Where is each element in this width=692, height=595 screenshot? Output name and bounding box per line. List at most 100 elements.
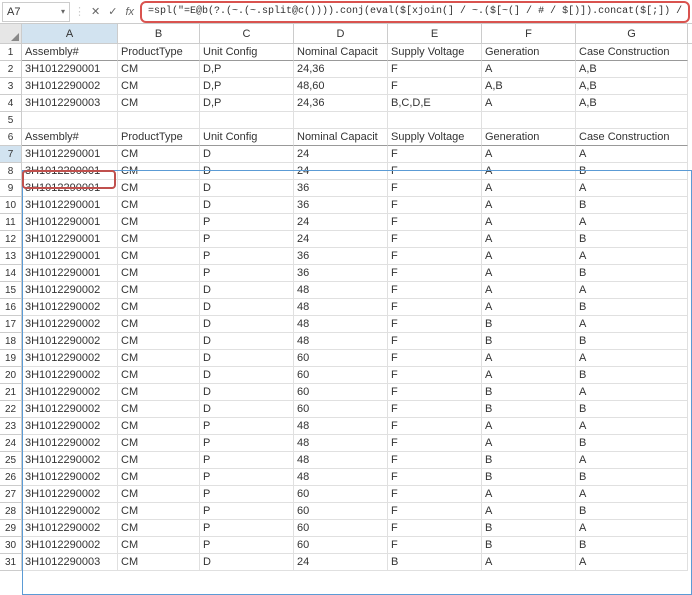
col-header[interactable]: B bbox=[118, 24, 200, 43]
cell[interactable]: D bbox=[200, 299, 294, 316]
row-header[interactable]: 9 bbox=[0, 180, 22, 197]
cell[interactable]: F bbox=[388, 214, 482, 231]
cell[interactable]: F bbox=[388, 384, 482, 401]
cell[interactable]: D bbox=[200, 180, 294, 197]
cell[interactable]: A bbox=[576, 248, 688, 265]
cell[interactable]: D bbox=[200, 146, 294, 163]
cell[interactable]: CM bbox=[118, 350, 200, 367]
cell[interactable]: 36 bbox=[294, 180, 388, 197]
cell[interactable]: 3H1012290002 bbox=[22, 350, 118, 367]
cell[interactable]: 3H1012290002 bbox=[22, 282, 118, 299]
cell[interactable]: A,B bbox=[576, 78, 688, 95]
cell[interactable]: Supply Voltage bbox=[388, 44, 482, 61]
cell[interactable]: CM bbox=[118, 61, 200, 78]
cell[interactable]: CM bbox=[118, 95, 200, 112]
cell[interactable]: A bbox=[482, 163, 576, 180]
cell[interactable]: A bbox=[482, 248, 576, 265]
row-header[interactable]: 10 bbox=[0, 197, 22, 214]
cell[interactable]: B bbox=[482, 401, 576, 418]
cell[interactable]: P bbox=[200, 248, 294, 265]
row-header[interactable]: 29 bbox=[0, 520, 22, 537]
cell[interactable]: P bbox=[200, 214, 294, 231]
cell[interactable]: B bbox=[576, 469, 688, 486]
cell[interactable]: 3H1012290002 bbox=[22, 452, 118, 469]
cell[interactable]: 3H1012290001 bbox=[22, 61, 118, 78]
cell[interactable]: 36 bbox=[294, 265, 388, 282]
cell[interactable]: A bbox=[576, 554, 688, 571]
cell[interactable]: 24 bbox=[294, 214, 388, 231]
cell[interactable]: 48 bbox=[294, 282, 388, 299]
cell[interactable]: F bbox=[388, 486, 482, 503]
cell[interactable]: A bbox=[576, 282, 688, 299]
cell[interactable]: CM bbox=[118, 486, 200, 503]
cell[interactable]: CM bbox=[118, 469, 200, 486]
cell[interactable]: 3H1012290001 bbox=[22, 265, 118, 282]
cell[interactable]: P bbox=[200, 486, 294, 503]
row-header[interactable]: 20 bbox=[0, 367, 22, 384]
cell[interactable] bbox=[388, 112, 482, 129]
cell[interactable]: P bbox=[200, 418, 294, 435]
cell[interactable]: 48 bbox=[294, 299, 388, 316]
cancel-icon[interactable]: ✕ bbox=[87, 5, 104, 18]
cell[interactable]: 48 bbox=[294, 469, 388, 486]
cell[interactable]: 3H1012290001 bbox=[22, 197, 118, 214]
cell[interactable]: 3H1012290003 bbox=[22, 95, 118, 112]
cell[interactable]: F bbox=[388, 163, 482, 180]
cell[interactable] bbox=[576, 112, 688, 129]
cell[interactable]: 3H1012290002 bbox=[22, 384, 118, 401]
row-header[interactable]: 23 bbox=[0, 418, 22, 435]
row-header[interactable]: 24 bbox=[0, 435, 22, 452]
cell[interactable]: 3H1012290002 bbox=[22, 299, 118, 316]
cell[interactable]: D bbox=[200, 316, 294, 333]
col-header[interactable]: G bbox=[576, 24, 688, 43]
row-header[interactable]: 8 bbox=[0, 163, 22, 180]
cell[interactable]: D bbox=[200, 401, 294, 418]
row-header[interactable]: 26 bbox=[0, 469, 22, 486]
cell[interactable]: B bbox=[482, 333, 576, 350]
cell[interactable]: 48 bbox=[294, 435, 388, 452]
row-header[interactable]: 6 bbox=[0, 129, 22, 146]
cell[interactable]: F bbox=[388, 469, 482, 486]
cell[interactable]: B bbox=[482, 316, 576, 333]
row-header[interactable]: 15 bbox=[0, 282, 22, 299]
cell[interactable]: 60 bbox=[294, 367, 388, 384]
cell[interactable]: A bbox=[576, 214, 688, 231]
cell[interactable]: B bbox=[576, 265, 688, 282]
cell[interactable]: F bbox=[388, 197, 482, 214]
cell[interactable]: CM bbox=[118, 435, 200, 452]
cell[interactable]: P bbox=[200, 503, 294, 520]
cell[interactable]: 24 bbox=[294, 231, 388, 248]
cell[interactable]: A bbox=[576, 316, 688, 333]
row-header[interactable]: 18 bbox=[0, 333, 22, 350]
cell[interactable]: Nominal Capacit bbox=[294, 44, 388, 61]
row-header[interactable]: 2 bbox=[0, 61, 22, 78]
row-header[interactable]: 31 bbox=[0, 554, 22, 571]
cell[interactable]: Generation bbox=[482, 44, 576, 61]
cell[interactable]: B bbox=[576, 503, 688, 520]
cell[interactable]: 60 bbox=[294, 486, 388, 503]
cell[interactable]: B bbox=[482, 469, 576, 486]
cell[interactable]: P bbox=[200, 265, 294, 282]
col-header[interactable]: C bbox=[200, 24, 294, 43]
cell[interactable]: 3H1012290002 bbox=[22, 418, 118, 435]
cell[interactable]: 24 bbox=[294, 163, 388, 180]
cell[interactable]: CM bbox=[118, 520, 200, 537]
cell[interactable]: B bbox=[482, 520, 576, 537]
row-header[interactable]: 3 bbox=[0, 78, 22, 95]
cell[interactable]: F bbox=[388, 520, 482, 537]
cell[interactable]: 24 bbox=[294, 146, 388, 163]
cell[interactable]: Unit Config bbox=[200, 129, 294, 146]
cell[interactable]: A bbox=[482, 231, 576, 248]
cell[interactable]: B bbox=[576, 299, 688, 316]
cell[interactable]: A bbox=[482, 367, 576, 384]
cell[interactable]: F bbox=[388, 299, 482, 316]
cell[interactable]: D bbox=[200, 282, 294, 299]
cell[interactable]: P bbox=[200, 520, 294, 537]
cell[interactable]: CM bbox=[118, 231, 200, 248]
cell[interactable]: B bbox=[482, 452, 576, 469]
cell[interactable]: F bbox=[388, 78, 482, 95]
row-header[interactable]: 13 bbox=[0, 248, 22, 265]
cell[interactable] bbox=[22, 112, 118, 129]
row-header[interactable]: 27 bbox=[0, 486, 22, 503]
cell[interactable]: B bbox=[576, 401, 688, 418]
